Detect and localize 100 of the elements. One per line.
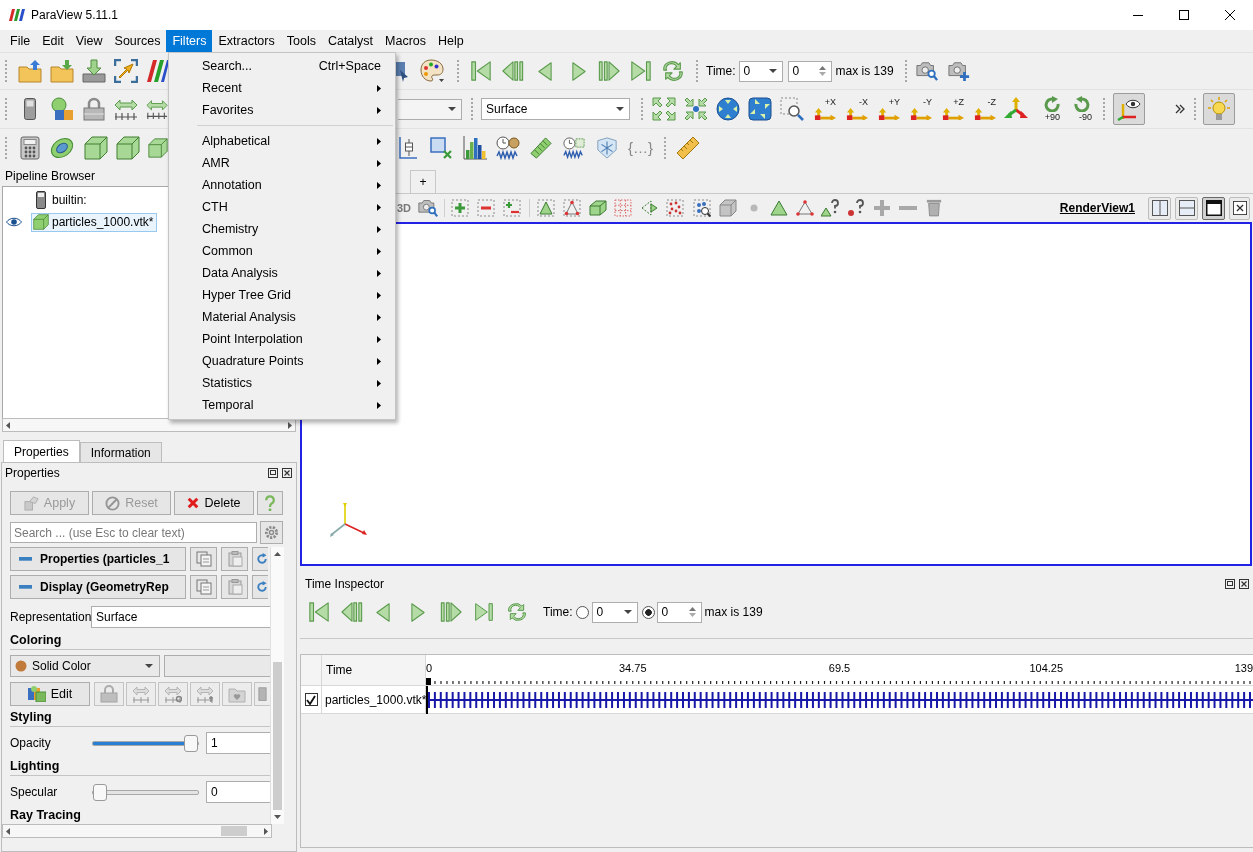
expand-arrows-icon[interactable] [652,97,676,121]
settings-button[interactable] [260,521,283,544]
layout-button[interactable] [1202,196,1225,220]
sphere-block-icon[interactable] [50,97,74,121]
ring-icon[interactable] [50,135,74,160]
select-cells-icon[interactable] [537,199,556,217]
clock-wave-icon[interactable] [563,136,585,159]
scroll-left-icon[interactable] [6,421,10,429]
loop-icon[interactable] [662,60,684,82]
camera-plus-icon[interactable] [947,60,970,82]
menu-item[interactable]: View [69,30,109,52]
time-step-spinbox[interactable]: 0 [787,60,832,82]
value-field[interactable]: 0 [206,781,270,803]
checkbox[interactable] [304,693,318,706]
menu-item[interactable]: Hyper Tree Grid [169,284,395,306]
menu-item[interactable]: Filters [166,30,213,52]
light-bulb-button[interactable] [1203,93,1235,125]
server-icon[interactable] [24,98,36,120]
eye-icon[interactable] [6,217,22,227]
folder-up-icon[interactable] [18,59,42,83]
delete-button[interactable]: Delete [174,491,254,515]
trash-icon[interactable] [926,199,943,217]
folder-down-icon[interactable] [50,59,74,83]
histogram-icon[interactable] [463,135,487,160]
view-direction-button[interactable]: -Y [908,94,932,124]
clock-wave-icon[interactable] [496,135,520,160]
previous-frame-icon[interactable] [341,601,363,623]
menu-item[interactable]: Tools [280,30,322,52]
snowflake-icon[interactable] [596,136,618,159]
camera-search-icon[interactable] [418,198,439,218]
contract-arrows-icon[interactable] [684,97,708,121]
tree-item[interactable]: particles_1000.vtk* [31,212,158,232]
dot-icon[interactable] [750,204,759,212]
select-points-icon[interactable] [563,199,582,217]
time-step-spinbox[interactable]: 0 [656,601,702,623]
view-direction-button[interactable]: +Z [940,94,964,124]
paste-button[interactable] [221,575,248,599]
tree-item[interactable]: builtin: [31,190,91,210]
menu-item[interactable]: CTH [169,196,395,218]
representation-combo[interactable]: Surface [91,606,270,628]
paste-button[interactable] [221,547,248,571]
menu-item[interactable]: Common [169,240,395,262]
time-combo[interactable]: 0 [591,601,638,623]
palette-icon[interactable] [420,59,444,83]
rotate-button[interactable]: +90 [1036,94,1060,124]
square-cross-icon[interactable] [430,136,452,159]
radio-button[interactable] [641,605,655,619]
menu-item[interactable]: File [4,30,37,52]
help-button[interactable] [257,491,283,515]
striped-bars-icon[interactable] [146,59,168,83]
select-polygon-icon[interactable] [640,199,659,217]
array-combo[interactable] [398,98,462,120]
scroll-right-icon[interactable] [264,827,268,835]
slider-handle[interactable] [93,783,107,801]
scattered-dots-icon[interactable] [666,199,685,217]
close-view-button[interactable] [1229,196,1250,220]
scroll-thumb[interactable] [273,662,282,810]
menu-item[interactable]: Catalyst [321,30,380,52]
double-arrow-icon[interactable] [146,98,168,120]
last-frame-icon[interactable] [630,60,652,82]
zoom-box-icon[interactable] [780,97,804,121]
select-remove-icon[interactable] [477,199,496,217]
box-plot-icon[interactable] [399,136,417,159]
layout-button[interactable] [1175,196,1198,220]
cube-icon[interactable] [719,199,738,217]
menu-item[interactable]: Extractors [212,30,281,52]
block-icon[interactable] [589,199,608,217]
menu-item[interactable]: Search... Ctrl+Space [169,55,395,77]
menu-item[interactable]: Annotation [169,174,395,196]
minus-icon[interactable] [899,206,918,210]
section-header[interactable]: Properties (particles_1 [10,547,186,571]
play-backward-icon[interactable] [538,60,552,82]
loop-icon[interactable] [507,602,527,622]
menu-item[interactable]: Quadrature Points [169,350,395,372]
menu-item[interactable]: Recent [169,77,395,99]
download-tray-icon[interactable] [82,59,106,83]
menu-item[interactable]: Alphabetical [169,130,395,152]
menu-item[interactable]: Material Analysis [169,306,395,328]
layout-button[interactable] [1148,196,1171,220]
round-arrows-icon[interactable] [716,97,740,121]
menu-item[interactable]: Point Interpolation [169,328,395,350]
triangle-icon[interactable] [770,200,789,216]
rotate-button[interactable]: -90 [1068,94,1092,124]
triangle-points-icon[interactable] [796,200,815,216]
square-arrows-icon[interactable] [748,97,772,121]
array-combo[interactable] [164,655,270,677]
section-header[interactable]: Display (GeometryRep [10,575,186,599]
float-icon[interactable] [268,468,278,478]
point-question-icon[interactable] [847,199,866,217]
add-tab[interactable]: + [410,170,436,193]
close-icon[interactable] [282,468,292,478]
arrow-frame-icon[interactable] [114,59,138,83]
plus-icon[interactable] [873,199,892,217]
next-frame-icon[interactable] [440,601,462,623]
menu-item[interactable]: Data Analysis [169,262,395,284]
first-frame-icon[interactable] [470,60,492,82]
first-frame-icon[interactable] [308,601,330,623]
view-direction-button[interactable]: -Z [972,94,996,124]
scroll-down-icon[interactable] [274,815,281,819]
cube-icon[interactable] [148,137,168,158]
